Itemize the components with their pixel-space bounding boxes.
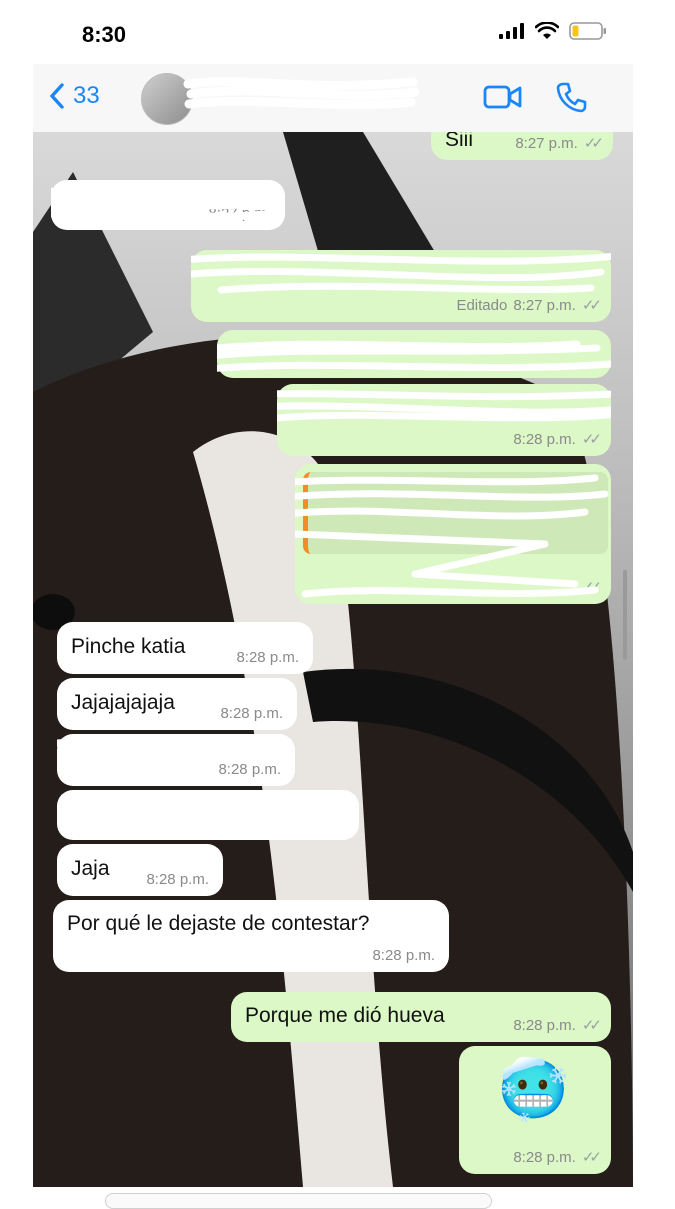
video-camera-icon: [483, 85, 522, 109]
message-time: 8:27 p.m.: [515, 134, 578, 152]
message-time: 8:28 p.m.: [513, 1016, 576, 1034]
redaction-scribble: [73, 801, 351, 823]
message-time: 8:28 p.m.: [220, 705, 283, 722]
message-meta: Editado 8:27 p.m. ✓✓: [456, 296, 602, 315]
double-check-icon: ✓✓: [581, 1149, 602, 1166]
message-meta: 8:27 p.m. ✓✓: [515, 134, 604, 153]
chat-background[interactable]: Siii 8:27 p.m. ✓✓ 8:27 p.m. Editado 8:27…: [33, 132, 633, 1187]
phone-icon: [556, 82, 587, 113]
message-bubble-incoming[interactable]: Jajajajajaja 8:28 p.m.: [57, 678, 297, 730]
wifi-icon: [535, 22, 559, 39]
message-meta: 8:28 p.m. ✓✓: [513, 1148, 602, 1167]
message-text: Jaja: [71, 857, 110, 880]
redaction-scribble: [183, 77, 420, 110]
message-meta: 8:28 p.m.: [146, 871, 209, 888]
quoted-message[interactable]: [303, 472, 608, 554]
status-time: 8:30: [82, 22, 127, 47]
message-text: Por qué le dejaste de contestar?: [67, 912, 370, 935]
message-meta: ✓✓: [576, 578, 602, 596]
edited-label: Editado: [456, 296, 508, 314]
message-bubble-outgoing[interactable]: [217, 330, 611, 378]
chevron-left-icon: [50, 83, 64, 109]
message-time: 8:28 p.m.: [236, 649, 299, 666]
message-time: 8:28 p.m.: [146, 871, 209, 888]
battery-icon: [569, 22, 606, 40]
chat-header: 33: [33, 64, 633, 133]
scroll-indicator[interactable]: [623, 570, 627, 660]
message-meta: 8:28 p.m. ✓✓: [513, 1016, 602, 1035]
message-bubble-outgoing[interactable]: 🥶 8:28 p.m. ✓✓: [459, 1046, 611, 1174]
message-meta: 8:28 p.m.: [218, 761, 281, 778]
message-bubble-incoming[interactable]: 8:27 p.m.: [51, 180, 285, 230]
redaction-scribble: [217, 340, 611, 372]
double-check-icon: ✓✓: [581, 1017, 602, 1034]
message-time: 8:28 p.m.: [372, 947, 435, 964]
message-input-bar[interactable]: [105, 1193, 492, 1209]
message-time: 8:28 p.m.: [513, 1148, 576, 1166]
message-bubble-incoming[interactable]: Jaja 8:28 p.m.: [57, 844, 223, 896]
message-meta: 8:28 p.m.: [236, 649, 299, 666]
message-bubble-outgoing[interactable]: Siii 8:27 p.m. ✓✓: [431, 132, 613, 160]
message-bubble-incoming[interactable]: Por qué le dejaste de contestar? 8:28 p.…: [53, 900, 449, 972]
video-call-button[interactable]: [483, 82, 523, 117]
message-time: 8:28 p.m.: [513, 430, 576, 448]
message-text: Jajajajajaja: [71, 691, 175, 714]
message-bubble-outgoing[interactable]: 8:28 p.m. ✓✓: [277, 384, 611, 456]
back-button[interactable]: 33: [49, 82, 100, 110]
message-bubble-outgoing[interactable]: Editado 8:27 p.m. ✓✓: [191, 250, 611, 322]
message-time: 8:27 p.m.: [513, 296, 576, 314]
double-check-icon: ✓✓: [581, 297, 602, 314]
double-check-icon: ✓✓: [583, 135, 604, 152]
double-check-icon: ✓✓: [581, 579, 602, 596]
message-meta: 8:28 p.m.: [220, 705, 283, 722]
message-bubble-outgoing[interactable]: Porque me dió hueva 8:28 p.m. ✓✓: [231, 992, 611, 1042]
cellular-signal-icon: [499, 23, 524, 39]
message-bubble-incoming[interactable]: 8:28 p.m.: [57, 734, 295, 786]
status-icons: [499, 22, 607, 40]
message-bubble-incoming[interactable]: Pinche katia 8:28 p.m.: [57, 622, 313, 674]
unread-count: 33: [73, 82, 100, 109]
double-check-icon: ✓✓: [581, 431, 602, 448]
message-bubble-outgoing[interactable]: ✓✓: [295, 464, 611, 604]
status-bar: 8:30: [0, 0, 675, 64]
message-time: 8:27 p.m.: [208, 205, 271, 222]
message-time: 8:28 p.m.: [218, 761, 281, 778]
message-meta: 8:28 p.m.: [372, 947, 435, 964]
voice-call-button[interactable]: [555, 80, 589, 119]
message-meta: 8:27 p.m.: [208, 205, 271, 222]
message-text: Pinche katia: [71, 635, 186, 658]
message-text: Siii: [445, 132, 474, 151]
cold-face-emoji: 🥶: [497, 1057, 570, 1122]
message-meta: 8:28 p.m. ✓✓: [513, 430, 602, 449]
message-bubble-incoming[interactable]: [57, 790, 359, 840]
message-text: Porque me dió hueva: [245, 1004, 445, 1027]
redaction-scribble: [57, 737, 291, 761]
